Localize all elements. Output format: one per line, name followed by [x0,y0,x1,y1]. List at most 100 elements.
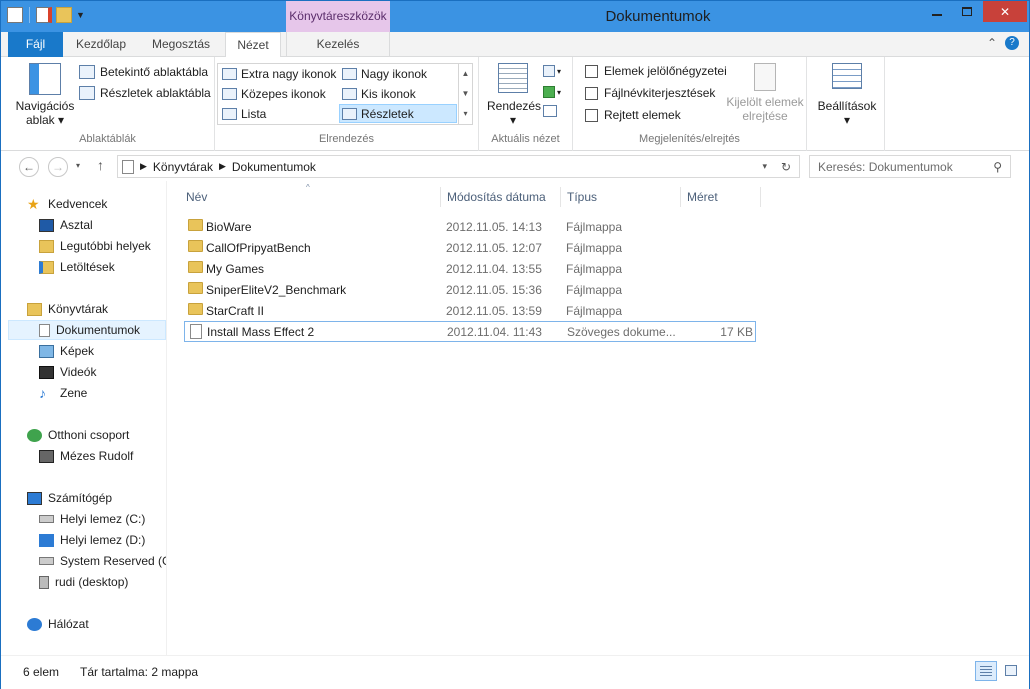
nav-libraries-label: Könyvtárak [48,302,109,316]
tab-manage[interactable]: Kezelés [286,32,390,57]
address-bar[interactable]: ▶ Könyvtárak ▶ Dokumentumok ▾ ↻ [117,155,800,178]
large-icons-view-toggle[interactable] [1001,661,1021,681]
nav-music[interactable]: ♪ Zene [39,383,87,403]
tab-view[interactable]: Nézet [225,32,281,58]
navigation-pane-button[interactable]: Navigációs ablak ▾ [15,63,75,127]
search-input[interactable]: Keresés: Dokumentumok [818,160,953,174]
search-icon[interactable]: ⚲ [993,160,1002,174]
ribbon-tabs: Fájl Kezdőlap Megosztás Nézet Kezelés ⌃ … [1,32,1029,58]
file-row[interactable]: StarCraft II 2012.11.05. 13:59 Fájlmappa [184,300,756,321]
desktop-icon [39,218,54,232]
layout-large-icons[interactable]: Nagy ikonok [342,67,427,81]
nav-downloads[interactable]: Letöltések [39,257,115,277]
item-checkboxes-toggle[interactable]: Elemek jelölőnégyzetei [585,64,727,78]
details-pane-button[interactable]: Részletek ablaktábla [79,86,211,100]
address-dropdown-icon[interactable]: ▾ [762,161,767,172]
search-box[interactable]: Keresés: Dokumentumok ⚲ [809,155,1011,178]
breadcrumb-sep-2[interactable]: ▶ [219,161,226,172]
navigation-pane: ★ Kedvencek Asztal Legutóbbi helyek Letöl… [1,181,167,655]
breadcrumb-sep-1[interactable]: ▶ [140,161,147,172]
nav-favorites[interactable]: ★ Kedvencek [27,194,107,214]
file-row[interactable]: My Games 2012.11.04. 13:55 Fájlmappa [184,258,756,279]
navigation-pane-icon [29,63,61,95]
close-button[interactable]: ✕ [983,1,1027,22]
nav-desktop[interactable]: Asztal [39,215,93,235]
hidden-items-box[interactable] [585,108,598,122]
layout-xl-icons[interactable]: Extra nagy ikonok [222,67,336,81]
group-by-button[interactable]: ▾ [543,63,565,79]
navigation-pane-label-1: Navigációs [15,99,75,113]
file-extensions-label: Fájlnévkiterjesztések [604,86,716,100]
add-columns-button[interactable]: ▾ [543,84,565,100]
nav-user[interactable]: Mézes Rudolf [39,446,133,466]
options-button[interactable]: Beállítások ▾ [811,63,883,127]
file-name: CallOfPripyatBench [206,240,311,255]
sort-button[interactable]: Rendezés ▾ [487,63,541,127]
layout-list[interactable]: Lista [222,107,266,121]
address-row: ← → ▾ ↑ ▶ Könyvtárak ▶ Dokumentumok ▾ ↻ … [1,151,1029,181]
column-header-type[interactable]: Típus [561,187,681,207]
layout-small-icons[interactable]: Kis ikonok [342,87,416,101]
file-row-selected[interactable]: Install Mass Effect 2 2012.11.04. 11:43 … [184,321,756,342]
refresh-icon[interactable]: ↻ [781,160,791,174]
status-library-info: Tár tartalma: 2 mappa [80,665,199,679]
nav-drive-d[interactable]: Helyi lemez (D:) [39,530,145,550]
nav-documents[interactable]: Dokumentumok [8,320,166,340]
nav-drive-c[interactable]: Helyi lemez (C:) [39,509,145,529]
nav-homegroup[interactable]: Otthoni csoport [27,425,129,445]
tab-file[interactable]: Fájl [8,32,63,57]
nav-recent[interactable]: Legutóbbi helyek [39,236,151,256]
file-row[interactable]: CallOfPripyatBench 2012.11.05. 12:07 Fáj… [184,237,756,258]
nav-rudi-desktop[interactable]: rudi (desktop) [39,572,128,592]
network-drive-icon [39,575,49,589]
nav-system-reserved[interactable]: System Reserved (G: [39,551,166,571]
nav-network[interactable]: Hálózat [27,614,89,634]
column-header-size[interactable]: Méret [681,187,761,207]
forward-button[interactable]: → [48,157,68,177]
nav-libraries[interactable]: Könyvtárak [27,299,108,319]
details-icon [342,107,357,120]
item-checkboxes-box[interactable] [585,64,598,78]
layout-scrollbar[interactable]: ▲ ▼ ▾ [458,64,472,124]
file-date: 2012.11.04. 11:43 [447,324,542,339]
details-label: Részletek [361,106,414,121]
file-row[interactable]: BioWare 2012.11.05. 14:13 Fájlmappa [184,216,756,237]
size-columns-button[interactable] [543,105,565,121]
recent-locations-icon[interactable]: ▾ [76,161,80,170]
layout-details[interactable]: Részletek [339,104,457,123]
preview-pane-button[interactable]: Betekintő ablaktábla [79,65,208,79]
nav-pictures[interactable]: Képek [39,341,94,361]
nav-computer[interactable]: Számítógép [27,488,112,508]
back-button[interactable]: ← [19,157,39,177]
maximize-button[interactable] [953,1,981,22]
tab-share[interactable]: Megosztás [143,32,219,57]
file-row[interactable]: SniperEliteV2_Benchmark 2012.11.05. 15:3… [184,279,756,300]
column-header-name[interactable]: Név [180,187,441,207]
nav-recent-label: Legutóbbi helyek [60,239,151,253]
ribbon-help-area: ⌃ ? [987,36,1019,50]
details-view-toggle[interactable] [975,661,997,681]
up-button[interactable]: ↑ [97,157,104,173]
file-size: 17 KB [720,324,753,339]
hidden-items-toggle[interactable]: Rejtett elemek [585,108,681,122]
column-header-date[interactable]: Módosítás dátuma [441,187,561,207]
list-icon [222,108,237,120]
help-icon[interactable]: ? [1005,36,1019,50]
nav-homegroup-label: Otthoni csoport [48,428,130,442]
homegroup-icon [27,428,42,442]
breadcrumb-libraries[interactable]: Könyvtárak [153,160,213,174]
tab-home[interactable]: Kezdőlap [67,32,135,57]
minimize-button[interactable] [923,1,951,22]
group-layout-label: Elrendezés [318,133,375,145]
ribbon-collapse-icon[interactable]: ⌃ [987,36,997,50]
small-icons-icon [342,88,357,100]
nav-videos[interactable]: Videók [39,362,96,382]
libraries-icon [27,302,42,316]
layout-gallery: Extra nagy ikonok Nagy ikonok Közepes ik… [217,63,473,125]
breadcrumb-documents[interactable]: Dokumentumok [232,160,316,174]
file-extensions-toggle[interactable]: Fájlnévkiterjesztések [585,86,715,100]
library-icon [122,159,134,174]
layout-medium-icons[interactable]: Közepes ikonok [222,87,326,101]
nav-pictures-label: Képek [60,344,95,358]
file-extensions-box[interactable] [585,86,598,100]
